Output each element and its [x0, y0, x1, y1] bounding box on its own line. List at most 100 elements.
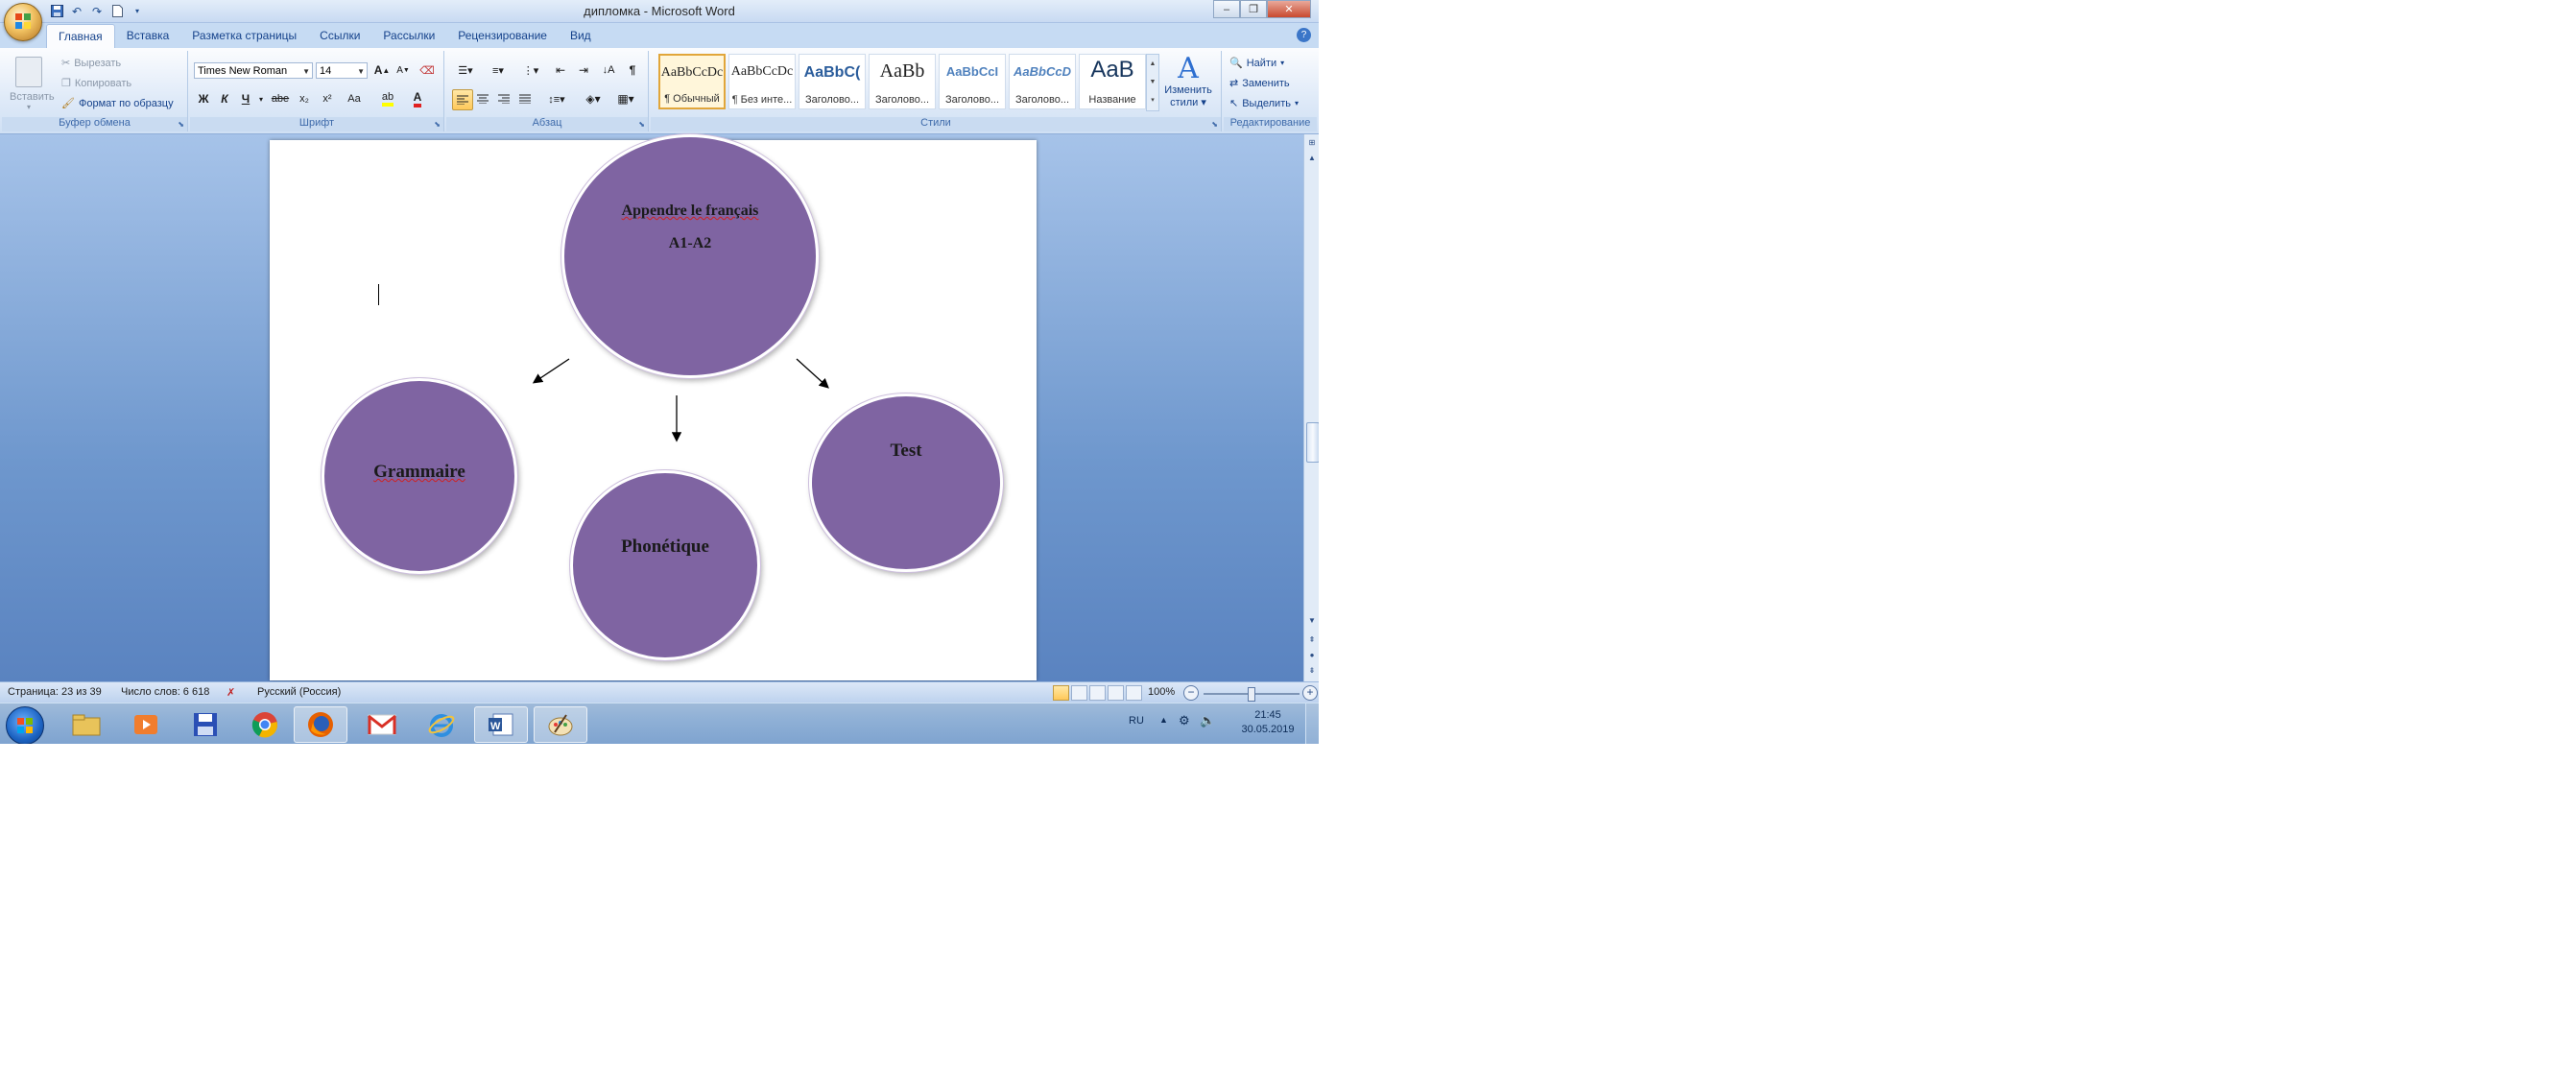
draft-view-icon[interactable]: [1126, 685, 1142, 701]
superscript-button[interactable]: x²: [317, 89, 338, 108]
decrease-indent-icon[interactable]: ⇤: [550, 60, 571, 80]
firefox-icon[interactable]: [294, 706, 347, 743]
select-button[interactable]: ↖ Выделить ▾: [1229, 97, 1299, 110]
zoom-in-icon[interactable]: +: [1302, 685, 1318, 701]
font-name-combo[interactable]: Times New Roman ▼: [194, 62, 313, 79]
word-count[interactable]: Число слов: 6 618: [121, 686, 209, 698]
more-icon[interactable]: ▾: [1147, 91, 1158, 109]
style-no-spacing[interactable]: AaBbCcDc ¶ Без инте...: [728, 54, 796, 109]
test-circle[interactable]: Test: [809, 393, 1003, 572]
pilcrow-button[interactable]: ¶: [622, 60, 643, 80]
align-center-icon[interactable]: [473, 89, 492, 108]
style-heading-4[interactable]: AaBbCcD Заголово...: [1009, 54, 1076, 109]
vertical-scrollbar[interactable]: ⊞ ▲ ▼ ⇞ ● ⇟: [1303, 134, 1319, 681]
start-button[interactable]: [6, 706, 44, 744]
tab-mailings[interactable]: Рассылки: [371, 24, 446, 48]
increase-indent-icon[interactable]: ⇥: [573, 60, 594, 80]
zoom-level[interactable]: 100%: [1148, 686, 1175, 698]
minimize-button[interactable]: –: [1213, 0, 1240, 18]
underline-button[interactable]: Ч: [236, 89, 255, 108]
document-page[interactable]: Appendre le français A1-A2 Grammaire Pho…: [270, 134, 1037, 680]
style-heading-3[interactable]: AaBbCcI Заголово...: [939, 54, 1006, 109]
font-size-combo[interactable]: 14 ▼: [316, 62, 368, 79]
chevron-down-icon[interactable]: ▼: [302, 63, 310, 80]
tab-insert[interactable]: Вставка: [115, 24, 181, 48]
word-icon[interactable]: W: [474, 706, 528, 743]
tab-review[interactable]: Рецензирование: [446, 24, 559, 48]
main-topic-circle[interactable]: Appendre le français A1-A2: [561, 134, 819, 378]
office-button[interactable]: [4, 3, 42, 41]
font-color-button[interactable]: A: [405, 89, 430, 108]
highlight-button[interactable]: ab: [374, 89, 401, 108]
shading-icon[interactable]: ◈▾: [579, 89, 608, 108]
explorer-icon[interactable]: [60, 706, 113, 743]
tab-page-layout[interactable]: Разметка страницы: [180, 24, 308, 48]
scroll-down-icon[interactable]: ▼: [1305, 614, 1319, 628]
grammaire-circle[interactable]: Grammaire: [322, 378, 517, 574]
gmail-icon[interactable]: [355, 706, 409, 743]
chevron-up-icon[interactable]: ▲: [1147, 55, 1158, 73]
grow-font-button[interactable]: A ▲: [372, 60, 392, 80]
print-layout-view-icon[interactable]: [1053, 685, 1069, 701]
chevron-down-icon[interactable]: ▼: [357, 63, 365, 80]
show-desktop-button[interactable]: [1305, 703, 1319, 744]
chrome-icon[interactable]: [238, 706, 292, 743]
styles-dialog-launcher-icon[interactable]: ⬊: [1211, 120, 1218, 129]
select-browse-object-icon[interactable]: ●: [1305, 649, 1319, 662]
volume-icon[interactable]: 🔈: [1200, 713, 1215, 728]
numbering-button[interactable]: ≡▾: [483, 60, 513, 80]
chevron-down-icon[interactable]: ▼: [1147, 73, 1158, 91]
align-right-icon[interactable]: [494, 89, 513, 108]
copy-button[interactable]: ❐ Копировать: [61, 77, 131, 90]
cut-button[interactable]: ✂ Вырезать: [61, 57, 121, 70]
network-icon[interactable]: ⚙: [1179, 713, 1190, 728]
page-counter[interactable]: Страница: 23 из 39: [8, 686, 102, 698]
styles-gallery-scroll[interactable]: ▲ ▼ ▾: [1146, 54, 1159, 111]
style-title[interactable]: AaB Название: [1079, 54, 1146, 109]
chevron-down-icon[interactable]: ▾: [257, 89, 265, 108]
proofing-icon[interactable]: ✗: [227, 686, 235, 699]
change-case-button[interactable]: Aa: [342, 89, 367, 108]
tab-home[interactable]: Главная: [46, 24, 115, 49]
strikethrough-button[interactable]: abe: [269, 89, 292, 108]
justify-icon[interactable]: [515, 89, 535, 108]
web-layout-view-icon[interactable]: [1089, 685, 1106, 701]
ruler-toggle-icon[interactable]: ⊞: [1305, 136, 1319, 150]
shrink-font-button[interactable]: A ▼: [394, 60, 413, 80]
paint-icon[interactable]: [534, 706, 587, 743]
italic-button[interactable]: К: [215, 89, 234, 108]
media-player-icon[interactable]: [119, 706, 173, 743]
clear-formatting-icon[interactable]: ⌫: [417, 60, 438, 80]
zoom-slider-knob[interactable]: [1248, 687, 1255, 702]
next-page-icon[interactable]: ⇟: [1305, 664, 1319, 678]
subscript-button[interactable]: x₂: [294, 89, 315, 108]
internet-explorer-icon[interactable]: [415, 706, 468, 743]
scroll-up-icon[interactable]: ▲: [1305, 152, 1319, 165]
scroll-thumb[interactable]: [1306, 422, 1319, 463]
restore-button[interactable]: ❐: [1240, 0, 1267, 18]
paragraph-dialog-launcher-icon[interactable]: ⬊: [638, 120, 645, 129]
close-button[interactable]: ✕: [1267, 0, 1311, 18]
language-indicator[interactable]: Русский (Россия): [257, 686, 341, 698]
style-heading-1[interactable]: AaBbC( Заголово...: [799, 54, 866, 109]
phonetique-circle[interactable]: Phonétique: [570, 470, 760, 660]
input-language[interactable]: RU: [1129, 715, 1144, 727]
help-icon[interactable]: ?: [1297, 28, 1311, 42]
align-left-icon[interactable]: [452, 89, 473, 110]
zoom-slider[interactable]: [1204, 687, 1300, 702]
previous-page-icon[interactable]: ⇞: [1305, 633, 1319, 647]
sort-icon[interactable]: ↓A: [598, 60, 619, 80]
multilevel-list-button[interactable]: ⋮▾: [515, 60, 546, 80]
style-normal[interactable]: AaBbCcDc ¶ Обычный: [658, 54, 726, 109]
replace-button[interactable]: ⇄ Заменить: [1229, 77, 1290, 90]
bold-button[interactable]: Ж: [194, 89, 213, 108]
tab-references[interactable]: Ссылки: [308, 24, 371, 48]
floppy-save-icon[interactable]: [179, 706, 232, 743]
format-painter-button[interactable]: 🖌 Формат по образцу: [61, 97, 174, 110]
paste-button[interactable]: Вставить ▾: [10, 57, 55, 111]
show-hidden-icons-icon[interactable]: ▲: [1159, 715, 1168, 725]
borders-icon[interactable]: ▦▾: [611, 89, 640, 108]
tab-view[interactable]: Вид: [559, 24, 603, 48]
bullets-button[interactable]: ☰▾: [450, 60, 481, 80]
change-styles-button[interactable]: A Изменить стили ▾: [1159, 54, 1217, 109]
